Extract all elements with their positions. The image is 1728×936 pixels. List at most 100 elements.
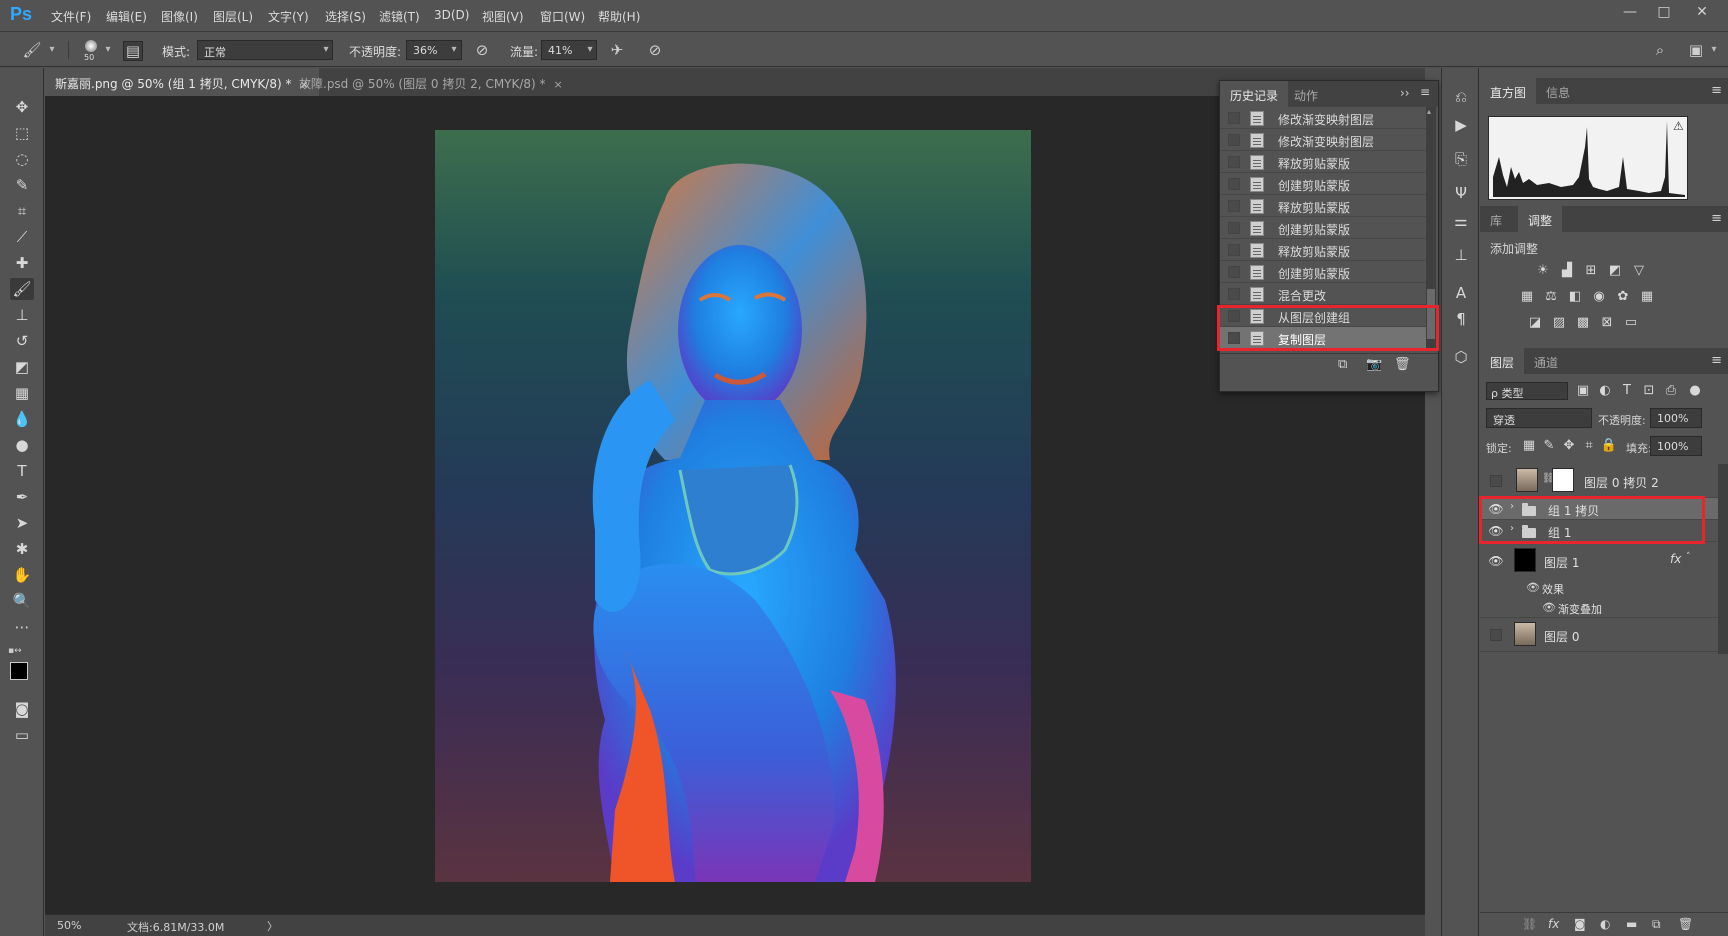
flow-dropdown-icon[interactable]: ▾ bbox=[582, 40, 598, 60]
cache-warning-icon[interactable]: ⚠ bbox=[1673, 119, 1684, 133]
history-item[interactable]: 释放剪贴蒙版 bbox=[1220, 195, 1426, 217]
panel-menu-icon[interactable]: ≡ bbox=[1711, 211, 1722, 226]
search-icon[interactable]: ⌕ bbox=[1650, 41, 1670, 61]
healing-brush-tool-icon[interactable]: ✚ bbox=[10, 252, 34, 274]
folder-icon[interactable]: ▬ bbox=[1626, 917, 1637, 931]
visibility-off-box[interactable] bbox=[1490, 475, 1502, 487]
levels-icon[interactable]: ▟ bbox=[1558, 262, 1576, 280]
zoom-level[interactable]: 50% bbox=[57, 919, 81, 932]
foreground-color-swatch[interactable] bbox=[10, 662, 28, 680]
custom-shape-tool-icon[interactable]: ✱ bbox=[10, 538, 34, 560]
panel-menu-icon[interactable]: ≡ bbox=[1420, 85, 1430, 99]
pen-tool-icon[interactable]: ✒ bbox=[10, 486, 34, 508]
brush-size-dropdown[interactable]: ▾ bbox=[100, 40, 116, 60]
eye-icon[interactable]: 👁 bbox=[1488, 554, 1504, 568]
filter-pixel-icon[interactable]: ▣ bbox=[1574, 382, 1592, 400]
eye-icon[interactable]: 👁 bbox=[1542, 601, 1556, 614]
history-brush-source-checkbox[interactable] bbox=[1228, 244, 1240, 256]
selective-color-icon[interactable]: ⊠ bbox=[1598, 314, 1616, 332]
filter-toggle-icon[interactable]: ● bbox=[1686, 382, 1704, 400]
color-lookup-icon[interactable]: ▦ bbox=[1638, 288, 1656, 306]
mode-select[interactable]: 正常 bbox=[197, 40, 333, 60]
menu-file[interactable]: 文件(F) bbox=[51, 8, 91, 25]
tab-layers[interactable]: 图层 bbox=[1480, 348, 1525, 374]
new-layer-icon[interactable]: ⧉ bbox=[1652, 917, 1661, 932]
lock-artboard-icon[interactable]: ⌗ bbox=[1580, 437, 1598, 455]
status-menu-arrow-icon[interactable]: 〉 bbox=[267, 918, 278, 934]
lock-pixels-icon[interactable]: ✎ bbox=[1540, 437, 1558, 455]
character-icon[interactable]: A bbox=[1450, 282, 1472, 304]
history-item[interactable]: 创建剪贴蒙版 bbox=[1220, 173, 1426, 195]
visibility-off-box[interactable] bbox=[1490, 629, 1502, 641]
fx-icon[interactable]: fx bbox=[1548, 917, 1559, 931]
crop-tool-icon[interactable]: ⌗ bbox=[10, 200, 34, 222]
layer-filter-select[interactable]: ρ 类型 bbox=[1486, 382, 1568, 400]
tab-scarlett-png[interactable]: 斯嘉丽.png @ 50% (组 1 拷贝, CMYK/8) * × bbox=[45, 68, 319, 96]
layer-row[interactable]: ⛓ 图层 0 拷贝 2 bbox=[1480, 464, 1718, 498]
filter-type-icon[interactable]: T bbox=[1618, 382, 1636, 400]
snapshot-camera-icon[interactable]: 📷 bbox=[1366, 357, 1382, 372]
tab-histogram[interactable]: 直方图 bbox=[1480, 78, 1537, 104]
mode-dropdown-icon[interactable]: ▾ bbox=[318, 40, 334, 60]
collapse-effects-icon[interactable]: ˄ bbox=[1686, 552, 1691, 562]
black-white-icon[interactable]: ◧ bbox=[1566, 288, 1584, 306]
link-icon[interactable]: ⛓ bbox=[1522, 917, 1537, 931]
hue-saturation-icon[interactable]: ▦ bbox=[1518, 288, 1536, 306]
menu-layer[interactable]: 图层(L) bbox=[213, 8, 253, 25]
history-item[interactable]: 释放剪贴蒙版 bbox=[1220, 151, 1426, 173]
history-item[interactable]: 创建剪贴蒙版 bbox=[1220, 217, 1426, 239]
history-brush-source-checkbox[interactable] bbox=[1228, 134, 1240, 146]
brush-settings-icon[interactable]: ⚌ bbox=[1450, 210, 1472, 232]
menu-type[interactable]: 文字(Y) bbox=[268, 8, 309, 25]
effects-row[interactable]: 👁 效果 bbox=[1480, 578, 1718, 598]
fill-field[interactable]: 100% bbox=[1650, 436, 1702, 456]
move-tool-icon[interactable]: ✥ bbox=[10, 96, 34, 118]
menu-filter[interactable]: 滤镜(T) bbox=[379, 8, 420, 25]
tab-glitch-psd[interactable]: 故障.psd @ 50% (图层 0 拷贝 2, CMYK/8) * × bbox=[289, 68, 573, 96]
tab-info[interactable]: 信息 bbox=[1536, 78, 1580, 104]
menu-image[interactable]: 图像(I) bbox=[161, 8, 198, 25]
quick-mask-icon[interactable]: ◙ bbox=[10, 698, 34, 720]
layer-opacity-field[interactable]: 100% bbox=[1650, 408, 1702, 428]
brush-panel-toggle-icon[interactable]: ▤ bbox=[123, 41, 143, 61]
filter-shape-icon[interactable]: ⊡ bbox=[1640, 382, 1658, 400]
exposure-icon[interactable]: ◩ bbox=[1606, 262, 1624, 280]
trash-icon[interactable]: 🗑 bbox=[1678, 917, 1693, 931]
clone-source-icon[interactable]: ⊥ bbox=[1450, 244, 1472, 266]
color-balance-icon[interactable]: ⚖ bbox=[1542, 288, 1560, 306]
history-item[interactable]: 释放剪贴蒙版 bbox=[1220, 239, 1426, 261]
blend-mode-select[interactable]: 穿透 bbox=[1486, 408, 1592, 428]
menu-3d[interactable]: 3D(D) bbox=[434, 8, 469, 22]
document-artwork[interactable] bbox=[435, 130, 1031, 882]
posterize-icon[interactable]: ▨ bbox=[1550, 314, 1568, 332]
dodge-tool-icon[interactable]: ● bbox=[10, 434, 34, 456]
pressure-size-icon[interactable]: ⊘ bbox=[645, 41, 665, 61]
lasso-tool-icon[interactable]: ◌ bbox=[10, 148, 34, 170]
panel-menu-icon[interactable]: ≡ bbox=[1711, 353, 1722, 368]
tab-adjustments[interactable]: 调整 bbox=[1518, 206, 1563, 232]
history-brush-tool-icon[interactable]: ↺ bbox=[10, 330, 34, 352]
default-colors-icon[interactable]: ▪↔ bbox=[8, 646, 22, 656]
screen-mode-icon[interactable]: ▭ bbox=[10, 724, 34, 746]
history-brush-source-checkbox[interactable] bbox=[1228, 200, 1240, 212]
mask-icon[interactable]: ◙ bbox=[1574, 917, 1586, 931]
path-selection-tool-icon[interactable]: ➤ bbox=[10, 512, 34, 534]
vibrance-icon[interactable]: ▽ bbox=[1630, 262, 1648, 280]
close-window-button[interactable]: ✕ bbox=[1686, 2, 1718, 22]
3d-cube-icon[interactable]: ⬡ bbox=[1450, 346, 1472, 368]
layer-row[interactable]: 👁 图层 1 fx ˄ bbox=[1480, 544, 1718, 578]
history-brush-source-checkbox[interactable] bbox=[1228, 266, 1240, 278]
tool-preset-dropdown[interactable]: ▾ bbox=[44, 40, 60, 60]
history-brush-source-checkbox[interactable] bbox=[1228, 288, 1240, 300]
filter-smart-object-icon[interactable]: ⎙ bbox=[1662, 382, 1680, 400]
filter-adjustment-icon[interactable]: ◐ bbox=[1596, 382, 1614, 400]
clone-stamp-tool-icon[interactable]: ⊥ bbox=[10, 304, 34, 326]
gradient-map-icon[interactable]: ▭ bbox=[1622, 314, 1640, 332]
layer-row[interactable]: 图层 0 bbox=[1480, 618, 1718, 652]
lock-transparent-icon[interactable]: ▦ bbox=[1520, 437, 1538, 455]
history-brush-source-checkbox[interactable] bbox=[1228, 222, 1240, 234]
workspace-icon[interactable]: ▣ bbox=[1686, 41, 1706, 61]
tool-presets-icon[interactable]: ⎘ bbox=[1450, 148, 1472, 170]
marquee-tool-icon[interactable]: ⬚ bbox=[10, 122, 34, 144]
photo-filter-icon[interactable]: ◉ bbox=[1590, 288, 1608, 306]
